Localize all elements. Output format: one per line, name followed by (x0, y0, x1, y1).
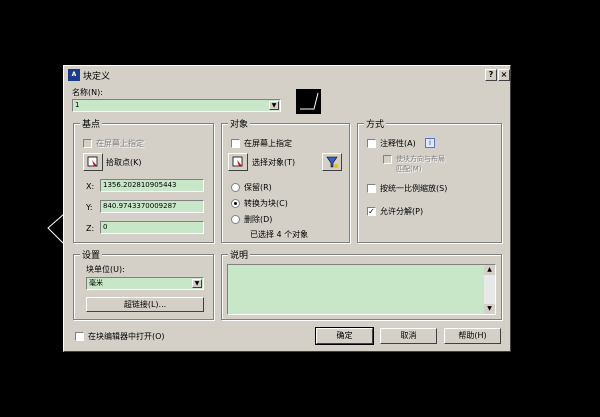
ok-button[interactable]: 确定 (315, 327, 374, 345)
name-combobox[interactable]: 1 ▼ (72, 99, 281, 112)
x-field[interactable]: 1356.202810905443 (100, 179, 204, 192)
convert-radio[interactable] (231, 199, 240, 208)
preview-shape-icon (300, 92, 319, 110)
basepoint-onscreen-label: 在屏幕上指定 (96, 139, 144, 148)
description-group: 说明 ▲ ▼ (221, 248, 502, 320)
x-label: X: (86, 182, 95, 191)
retain-radio[interactable] (231, 183, 240, 192)
match-orientation-label: 使块方向与布局 (396, 155, 445, 163)
pick-point-button[interactable]: 拾取点(K) (106, 157, 142, 168)
retain-label: 保留(R) (244, 183, 272, 192)
annotative-checkbox[interactable] (367, 139, 376, 148)
open-in-editor-checkbox[interactable] (75, 332, 84, 341)
select-objects-button[interactable]: 选择对象(T) (252, 157, 295, 168)
info-icon[interactable]: i (425, 138, 435, 148)
name-value: 1 (75, 101, 80, 109)
z-field[interactable]: 0 (100, 221, 204, 234)
chevron-down-icon[interactable]: ▼ (269, 101, 279, 110)
z-label: Z: (86, 224, 95, 233)
match-orientation-label-2: 匹配(M) (396, 165, 422, 173)
objects-group: 对象 在屏幕上指定 选择对象(T) 保留(R) 转换为块(C) 删除(D) 已选… (221, 117, 350, 243)
y-label: Y: (86, 203, 93, 212)
unit-value: 毫米 (89, 279, 103, 287)
close-button[interactable]: × (498, 69, 510, 81)
hyperlink-button[interactable]: 超链接(L)... (86, 297, 204, 312)
chevron-down-icon[interactable]: ▼ (192, 279, 202, 288)
dialog-help-button[interactable]: 帮助(H) (444, 328, 501, 344)
pick-point-icon[interactable] (83, 153, 103, 171)
select-objects-icon[interactable] (228, 153, 248, 171)
allow-explode-checkbox[interactable]: ✓ (367, 207, 376, 216)
description-title: 说明 (228, 248, 251, 261)
unit-combobox[interactable]: 毫米 ▼ (86, 277, 204, 290)
basepoint-group: 基点 在屏幕上指定 拾取点(K) X: 1356.202810905443 Y:… (73, 117, 214, 243)
block-definition-dialog: A 块定义 ? × 名称(N): 1 ▼ 基点 在屏幕上指定 拾取点(K) X:… (63, 65, 511, 352)
description-scrollbar[interactable]: ▲ ▼ (484, 265, 495, 314)
objects-onscreen-label: 在屏幕上指定 (244, 139, 292, 148)
settings-group: 设置 块单位(U): 毫米 ▼ 超链接(L)... (73, 248, 214, 320)
behavior-group: 方式 注释性(A) i 使块方向与布局 匹配(M) 按统一比例缩放(S) ✓ 允… (357, 117, 502, 243)
scroll-up-icon[interactable]: ▲ (484, 265, 495, 275)
annotative-label: 注释性(A) (380, 139, 416, 148)
scroll-down-icon[interactable]: ▼ (484, 304, 495, 314)
y-field[interactable]: 840.9743370009287 (100, 200, 204, 213)
behavior-title: 方式 (364, 117, 387, 130)
objects-onscreen-checkbox[interactable] (231, 139, 240, 148)
basepoint-onscreen-checkbox[interactable] (83, 139, 92, 148)
convert-label: 转换为块(C) (244, 199, 288, 208)
match-orientation-checkbox[interactable] (383, 155, 392, 164)
scale-uniformly-checkbox[interactable] (367, 184, 376, 193)
block-preview (296, 89, 321, 114)
unit-label: 块单位(U): (86, 265, 125, 274)
selected-count: 已选择 4 个对象 (250, 230, 309, 239)
description-textarea[interactable]: ▲ ▼ (227, 264, 496, 315)
quick-select-icon[interactable] (322, 153, 342, 171)
cancel-button[interactable]: 取消 (380, 328, 437, 344)
allow-explode-label: 允许分解(P) (380, 207, 424, 216)
dialog-title: 块定义 (83, 72, 111, 82)
basepoint-title: 基点 (80, 117, 103, 130)
objects-title: 对象 (228, 117, 251, 130)
scale-uniformly-label: 按统一比例缩放(S) (380, 184, 448, 193)
settings-title: 设置 (80, 248, 103, 261)
delete-label: 删除(D) (244, 215, 273, 224)
name-label: 名称(N): (72, 88, 103, 97)
help-button[interactable]: ? (485, 69, 497, 81)
app-icon: A (68, 69, 80, 81)
open-in-editor-label: 在块编辑器中打开(O) (88, 332, 165, 341)
delete-radio[interactable] (231, 215, 240, 224)
title-bar: A 块定义 ? × (66, 68, 510, 83)
